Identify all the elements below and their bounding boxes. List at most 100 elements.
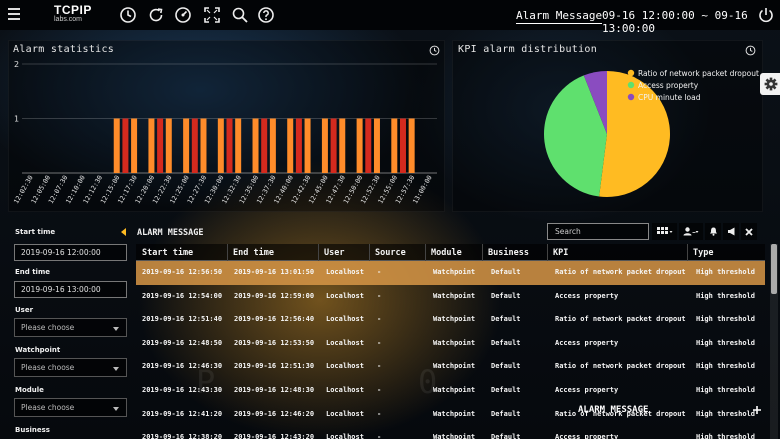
top-bar: TCPIP labs.com Alarm Message 09-16 12:00… xyxy=(0,0,780,35)
bar[interactable] xyxy=(339,118,346,174)
time-range[interactable]: 09-16 12:00:00 ~ 09-16 13:00:00 xyxy=(602,9,780,35)
table-cell: Localhost xyxy=(326,338,364,347)
column-divider xyxy=(425,244,426,261)
watchpoint-label: Watchpoint xyxy=(15,346,61,354)
bar[interactable] xyxy=(191,118,198,174)
bar[interactable] xyxy=(200,118,207,174)
bar[interactable] xyxy=(356,118,363,174)
bar[interactable] xyxy=(330,118,337,174)
bar[interactable] xyxy=(373,118,380,174)
table-cell: 2019-09-16 12:46:20 xyxy=(234,409,315,418)
bar[interactable] xyxy=(252,118,259,174)
help-icon[interactable] xyxy=(257,6,275,24)
close-icon xyxy=(745,227,753,236)
table-cell: 2019-09-16 12:51:40 xyxy=(142,315,223,324)
fullscreen-icon[interactable] xyxy=(203,6,221,24)
search-input[interactable]: Search xyxy=(547,223,649,240)
column-header[interactable]: Business xyxy=(488,248,529,258)
table-cell: Access property xyxy=(555,433,619,439)
table-row[interactable]: 2019-09-16 12:38:20 2019-09-16 12:43:20 Lo… xyxy=(136,426,765,439)
bar[interactable] xyxy=(269,118,276,174)
table-row[interactable]: 2019-09-16 12:51:40 2019-09-16 12:56:40 Lo… xyxy=(136,308,765,332)
bar[interactable] xyxy=(217,118,224,174)
bar[interactable] xyxy=(365,118,372,174)
column-divider xyxy=(318,244,319,261)
table-row[interactable]: 2019-09-16 12:54:00 2019-09-16 12:59:00 Lo… xyxy=(136,285,765,309)
table-cell: Default xyxy=(491,362,521,371)
plus-icon[interactable] xyxy=(753,406,761,414)
user-filter-button[interactable] xyxy=(679,223,703,240)
start-time-field[interactable]: 2019-09-16 12:00:00 xyxy=(14,244,127,261)
module-select[interactable]: Please choose xyxy=(14,398,127,417)
clock-icon[interactable] xyxy=(119,6,137,24)
table-header: Start time End time User Source Module B… xyxy=(136,244,765,261)
table-row[interactable]: 2019-09-16 12:41:20 2019-09-16 12:46:20 Lo… xyxy=(136,403,765,427)
gear-icon xyxy=(764,77,778,91)
column-header[interactable]: Start time xyxy=(142,248,193,258)
table-row[interactable]: 2019-09-16 12:43:30 2019-09-16 12:48:30 Lo… xyxy=(136,379,765,403)
watermark: 0 xyxy=(418,363,440,401)
bar[interactable] xyxy=(408,118,415,174)
bar[interactable] xyxy=(113,118,120,174)
bar[interactable] xyxy=(165,118,172,174)
table-cell: Watchpoint xyxy=(433,362,476,371)
bar[interactable] xyxy=(148,118,155,174)
column-header[interactable]: KPI xyxy=(553,248,568,258)
scrollbar-thumb[interactable] xyxy=(771,244,777,294)
page-title[interactable]: Alarm Message xyxy=(516,9,603,24)
table-row[interactable]: 2019-09-16 12:46:30 2019-09-16 12:51:30 Lo… xyxy=(136,355,765,379)
bar[interactable] xyxy=(183,118,190,174)
bar[interactable] xyxy=(295,118,302,174)
logo-subtext: labs.com xyxy=(54,16,83,23)
table-cell: 2019-09-16 12:43:20 xyxy=(234,433,315,439)
legend-label[interactable]: CPU minute load xyxy=(638,93,701,102)
column-header[interactable]: User xyxy=(324,248,344,258)
bar[interactable] xyxy=(321,118,328,174)
settings-button[interactable] xyxy=(760,73,780,95)
refresh-icon[interactable] xyxy=(147,6,165,24)
bar[interactable] xyxy=(235,118,242,174)
column-header[interactable]: Type xyxy=(693,248,713,258)
bar[interactable] xyxy=(287,118,294,174)
megaphone-icon xyxy=(727,227,734,236)
column-header[interactable]: End time xyxy=(233,248,274,258)
bar[interactable] xyxy=(391,118,398,174)
bar[interactable] xyxy=(122,118,129,174)
close-button[interactable] xyxy=(741,223,757,240)
speed-icon[interactable] xyxy=(174,6,192,24)
table-row[interactable]: 2019-09-16 12:48:50 2019-09-16 12:53:50 Lo… xyxy=(136,332,765,356)
power-icon[interactable] xyxy=(757,6,775,24)
legend-label[interactable]: Ratio of network packet dropout xyxy=(638,69,759,78)
announce-button[interactable] xyxy=(723,223,739,240)
table-cell: Localhost xyxy=(326,409,364,418)
alarm-button[interactable] xyxy=(705,223,721,240)
bar[interactable] xyxy=(261,118,268,174)
chevron-left-icon[interactable] xyxy=(121,228,127,236)
table-cell: Ratio of network packet dropout xyxy=(555,362,686,371)
end-time-field[interactable]: 2019-09-16 13:00:00 xyxy=(14,281,127,298)
kpi-pie-chart: Ratio of network packet dropout Access pr… xyxy=(544,69,759,197)
table-cell: Watchpoint xyxy=(433,338,476,347)
watchpoint-select[interactable]: Please choose xyxy=(14,358,127,377)
bar[interactable] xyxy=(304,118,311,174)
table-row[interactable]: 2019-09-16 12:56:50 2019-09-16 13:01:50 Lo… xyxy=(136,261,765,285)
table-cell: High threshold xyxy=(696,409,756,418)
legend-label[interactable]: Access property xyxy=(638,81,699,90)
bar[interactable] xyxy=(131,118,138,174)
bar[interactable] xyxy=(399,118,406,174)
table-cell: Watchpoint xyxy=(433,315,476,324)
column-header[interactable]: Module xyxy=(431,248,462,258)
table-cell: - xyxy=(377,268,382,276)
user-select[interactable]: Please choose xyxy=(14,318,127,337)
columns-button[interactable] xyxy=(652,223,677,240)
bar[interactable] xyxy=(226,118,233,174)
table-cell: Default xyxy=(491,291,521,300)
logo: TCPIP labs.com xyxy=(54,4,92,23)
table-cell: 2019-09-16 12:56:50 xyxy=(142,268,223,276)
column-header[interactable]: Source xyxy=(375,248,406,258)
menu-icon[interactable] xyxy=(8,8,20,20)
alarm-table-title: ALARM MESSAGE xyxy=(137,228,204,238)
bar[interactable] xyxy=(157,118,164,174)
search-icon[interactable] xyxy=(231,6,249,24)
table-cell: Default xyxy=(491,386,521,394)
